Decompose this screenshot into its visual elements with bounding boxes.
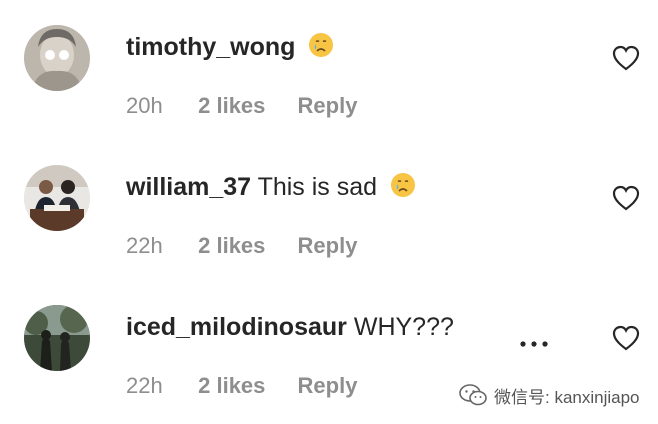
comment-time[interactable]: 22h <box>126 233 192 259</box>
comment-time[interactable]: 22h <box>126 373 192 399</box>
comment-text: iced_milodinosaur WHY??? <box>126 312 454 342</box>
avatar[interactable] <box>24 25 90 91</box>
comment-meta: 22h 2 likes Reply <box>126 373 357 399</box>
comment-item: william_37 This is sad 22h 2 likes Reply <box>0 140 658 280</box>
heart-icon[interactable] <box>612 325 640 351</box>
reply-button[interactable]: Reply <box>298 233 358 259</box>
more-options-icon[interactable] <box>518 336 550 347</box>
reply-button[interactable]: Reply <box>298 373 358 399</box>
comment-message: WHY??? <box>353 313 454 341</box>
avatar[interactable] <box>24 305 90 371</box>
wechat-icon <box>459 384 487 406</box>
comment-username[interactable]: william_37 <box>126 173 251 201</box>
comment-likes[interactable]: 2 likes <box>198 233 265 259</box>
comment-username[interactable]: iced_milodinosaur <box>126 313 347 341</box>
comment-likes[interactable]: 2 likes <box>198 93 265 119</box>
crying-face-icon <box>308 32 334 65</box>
heart-icon[interactable] <box>612 185 640 211</box>
heart-icon[interactable] <box>612 45 640 71</box>
comment-time[interactable]: 20h <box>126 93 192 119</box>
avatar[interactable] <box>24 165 90 231</box>
watermark: 微信号: kanxinjiapo <box>458 381 640 409</box>
comment-meta: 20h 2 likes Reply <box>126 93 357 119</box>
comment-text: william_37 This is sad <box>126 172 416 205</box>
comment-likes[interactable]: 2 likes <box>198 373 265 399</box>
reply-button[interactable]: Reply <box>298 93 358 119</box>
comment-username[interactable]: timothy_wong <box>126 33 295 61</box>
comment-meta: 22h 2 likes Reply <box>126 233 357 259</box>
crying-face-icon <box>390 172 416 205</box>
comment-text: timothy_wong <box>126 32 334 65</box>
comment-message: This is sad <box>257 173 378 201</box>
comment-item: timothy_wong 20h 2 likes Reply <box>0 0 658 140</box>
watermark-text: 微信号: kanxinjiapo <box>494 387 640 407</box>
